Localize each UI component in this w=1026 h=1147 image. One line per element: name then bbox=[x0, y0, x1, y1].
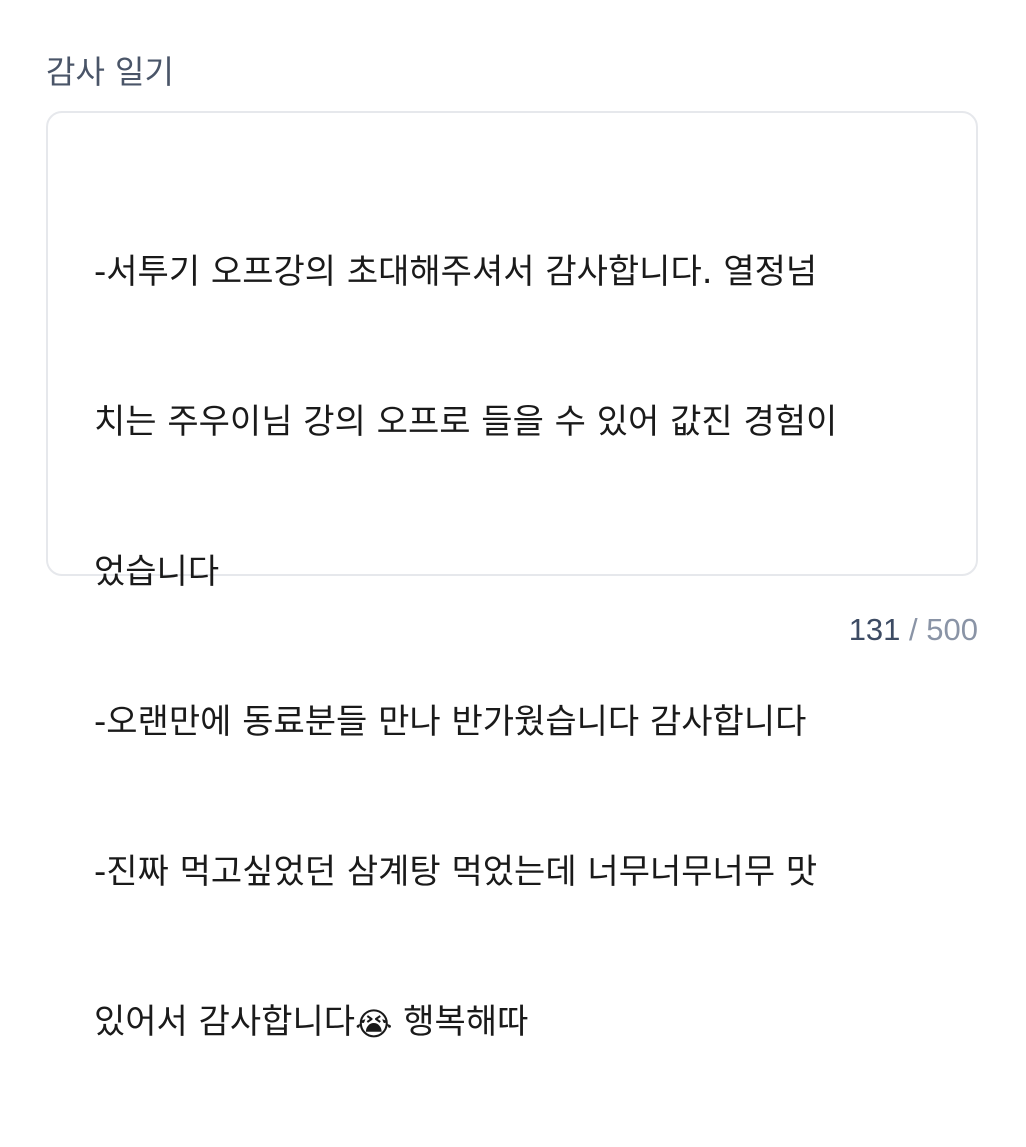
text-line: -서투기 오프강의 초대해주셔서 감사합니다. 열정넘 bbox=[94, 252, 818, 292]
text-line-last-start: 있어서 감사합니다 bbox=[94, 1002, 356, 1042]
text-line: 치는 주우이님 강의 오프로 들을 수 있어 값진 경험이 bbox=[94, 402, 838, 442]
loudly-crying-face-icon: 😭 bbox=[355, 1005, 393, 1043]
text-line: -진짜 먹고싶었던 삼계탕 먹었는데 너무너무너무 맛 bbox=[94, 852, 818, 892]
text-line: -오랜만에 동료분들 만나 반가웠습니다 감사합니다 bbox=[94, 702, 807, 742]
character-counter: 131 / 500 bbox=[849, 608, 978, 652]
character-count-max: 500 bbox=[926, 612, 978, 647]
character-count-current: 131 bbox=[848, 612, 901, 647]
gratitude-diary-textarea[interactable]: -서투기 오프강의 초대해주셔서 감사합니다. 열정넘 치는 주우이님 강의 오… bbox=[46, 111, 978, 1042]
textarea-content[interactable]: -서투기 오프강의 초대해주셔서 감사합니다. 열정넘 치는 주우이님 강의 오… bbox=[94, 147, 932, 1147]
character-count-separator: / bbox=[900, 612, 927, 647]
text-line: 었습니다 bbox=[94, 552, 220, 592]
text-line-last: 있어서 감사합니다😭 행복해따 bbox=[94, 997, 932, 1047]
field-label: 감사 일기 bbox=[46, 53, 174, 91]
text-line-last-tail: 행복해따 bbox=[392, 1002, 529, 1042]
